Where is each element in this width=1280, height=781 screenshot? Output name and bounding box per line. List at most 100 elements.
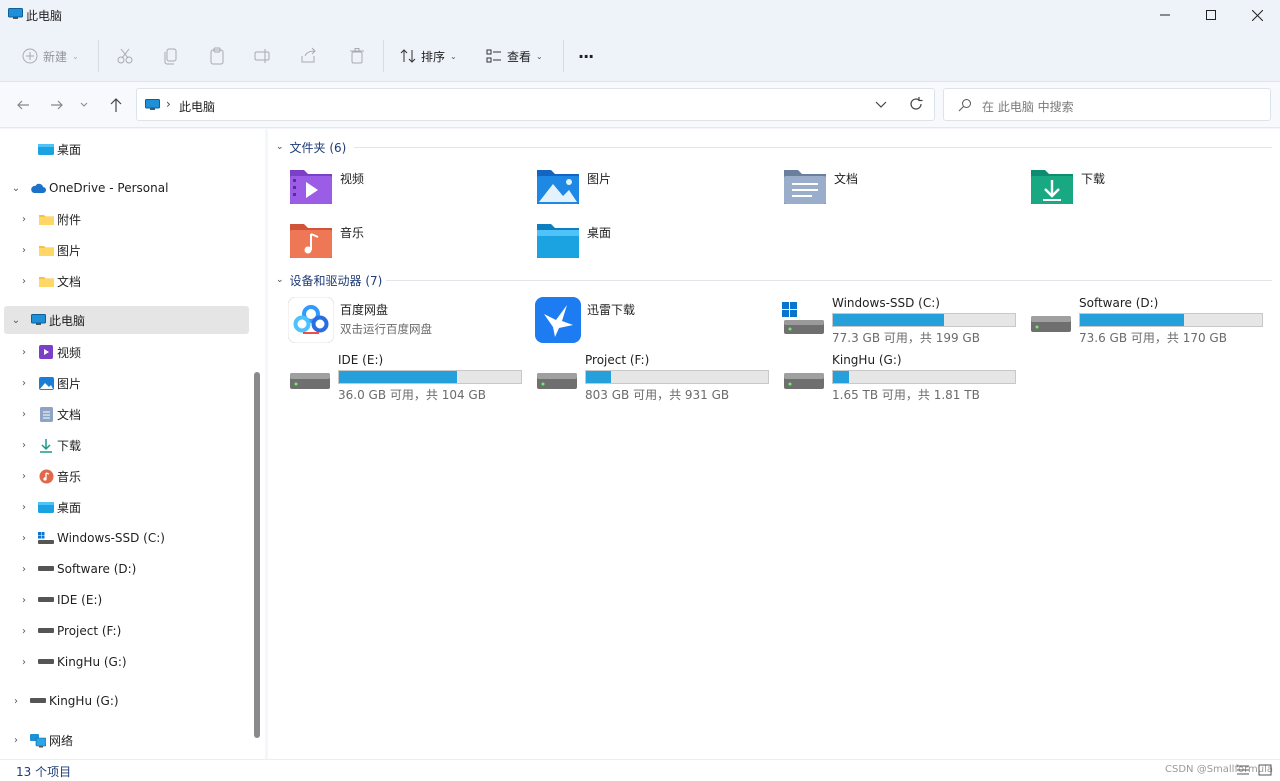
details-view-button[interactable] <box>1236 764 1250 779</box>
minimize-button[interactable] <box>1142 0 1188 30</box>
drive-icon <box>537 373 577 389</box>
chevron-right-icon[interactable]: › <box>18 502 30 513</box>
drive-free-space: 803 GB 可用，共 931 GB <box>585 388 730 402</box>
rename-icon <box>254 49 270 63</box>
drive-icon <box>784 373 824 389</box>
group-divider <box>354 147 1272 148</box>
chevron-right-icon[interactable]: › <box>18 564 30 575</box>
close-button[interactable] <box>1234 0 1280 30</box>
sidebar-item-videos[interactable]: › 视频 <box>0 338 249 366</box>
drive-tile-c[interactable]: Windows-SSD (C:) 77.3 GB 可用，共 199 GB <box>782 296 1027 352</box>
chevron-right-icon[interactable]: › <box>18 533 30 544</box>
refresh-button[interactable] <box>908 96 924 115</box>
up-button[interactable] <box>103 92 129 118</box>
video-folder-icon <box>290 170 332 204</box>
chevron-right-icon[interactable]: › <box>18 347 30 358</box>
drive-tile-d[interactable]: Software (D:) 73.6 GB 可用，共 170 GB <box>1029 296 1274 352</box>
copy-button[interactable] <box>156 42 186 70</box>
folder-tile-downloads[interactable]: 下载 <box>1029 166 1274 216</box>
folder-tile-videos[interactable]: 视频 <box>288 166 533 216</box>
sidebar-item-pc-desktop[interactable]: › 桌面 <box>0 493 249 521</box>
title-bar: 此电脑 <box>0 0 1280 30</box>
sidebar-item-drive-g-root[interactable]: › KingHu (G:) <box>0 687 249 715</box>
drive-usage-fill <box>1080 314 1184 326</box>
new-button[interactable]: 新建 ⌄ <box>16 42 85 70</box>
chevron-right-icon[interactable]: › <box>18 440 30 451</box>
sidebar-item-pictures[interactable]: › 图片 <box>0 369 249 397</box>
sidebar-item-onedrive[interactable]: ⌄ OneDrive - Personal <box>0 174 249 202</box>
breadcrumb-item[interactable]: 此电脑 <box>179 98 215 115</box>
back-button[interactable] <box>10 92 36 118</box>
sidebar-item-label: 网络 <box>49 733 74 748</box>
chevron-right-icon[interactable]: › <box>18 409 30 420</box>
toolbar-divider <box>563 40 564 72</box>
recent-locations-button[interactable] <box>74 92 94 118</box>
desktop-icon <box>38 142 54 156</box>
sidebar-item-label: Software (D:) <box>57 562 137 576</box>
sidebar-item-drive-e[interactable]: › IDE (E:) <box>0 586 249 614</box>
chevron-right-icon[interactable]: › <box>18 245 30 256</box>
chevron-down-icon <box>875 101 887 108</box>
folder-tile-pictures[interactable]: 图片 <box>535 166 780 216</box>
sidebar-item-attachments[interactable]: › 附件 <box>0 205 249 233</box>
sidebar-item-drive-d[interactable]: › Software (D:) <box>0 555 249 583</box>
tiles-view-button[interactable] <box>1258 764 1272 779</box>
sidebar-item-this-pc[interactable]: ⌄ 此电脑 <box>4 306 249 334</box>
delete-button[interactable] <box>342 42 372 70</box>
search-box[interactable]: 在 此电脑 中搜索 <box>943 88 1271 121</box>
chevron-down-icon[interactable]: ⌄ <box>10 315 22 326</box>
drive-tile-f[interactable]: Project (F:) 803 GB 可用，共 931 GB <box>535 353 780 409</box>
app-tile-baidu-netdisk[interactable]: 百度网盘 双击运行百度网盘 <box>288 297 533 347</box>
forward-button[interactable] <box>44 92 70 118</box>
drive-tile-e[interactable]: IDE (E:) 36.0 GB 可用，共 104 GB <box>288 353 533 409</box>
rename-button[interactable] <box>248 42 278 70</box>
sidebar-item-documents[interactable]: › 文档 <box>0 400 249 428</box>
file-list-pane: ⌄ 文件夹 (6) 视频 图片 文档 下载 音乐 桌面 ⌄ 设备和驱动器 (7)… <box>268 129 1280 759</box>
sidebar-item-label: 桌面 <box>57 500 82 515</box>
sidebar-item-drive-f[interactable]: › Project (F:) <box>0 617 249 645</box>
chevron-down-icon[interactable]: ⌄ <box>10 183 22 194</box>
drive-tile-g[interactable]: KingHu (G:) 1.65 TB 可用，共 1.81 TB <box>782 353 1027 409</box>
paste-button[interactable] <box>202 42 232 70</box>
chevron-right-icon[interactable]: › <box>10 735 22 746</box>
folders-group-header[interactable]: ⌄ 文件夹 (6) <box>276 138 346 156</box>
cut-button[interactable] <box>110 42 140 70</box>
app-tile-xunlei[interactable]: 迅雷下载 <box>535 297 780 347</box>
folder-icon <box>38 243 54 257</box>
sort-button[interactable]: 排序 ⌄ <box>394 42 463 70</box>
folder-tile-documents[interactable]: 文档 <box>782 166 1027 216</box>
chevron-right-icon[interactable]: › <box>18 276 30 287</box>
more-options-button[interactable]: ··· <box>572 42 599 70</box>
clipboard-icon <box>210 47 224 65</box>
sidebar-item-desktop[interactable]: 桌面 <box>0 135 249 163</box>
chevron-right-icon[interactable]: › <box>18 626 30 637</box>
drive-usage-bar <box>585 370 769 384</box>
sidebar-item-downloads[interactable]: › 下载 <box>0 431 249 459</box>
devices-group-header[interactable]: ⌄ 设备和驱动器 (7) <box>276 271 382 289</box>
folder-tile-desktop[interactable]: 桌面 <box>535 220 780 270</box>
address-bar[interactable]: › 此电脑 <box>136 88 935 121</box>
folder-label: 下载 <box>1081 172 1106 186</box>
view-button[interactable]: 查看 ⌄ <box>480 42 549 70</box>
system-drive-icon <box>782 302 824 334</box>
chevron-right-icon[interactable]: › <box>18 595 30 606</box>
sidebar-item-drive-c[interactable]: › Windows-SSD (C:) <box>0 524 249 552</box>
sidebar-item-onedrive-pictures[interactable]: › 图片 <box>0 236 249 264</box>
chevron-right-icon[interactable]: › <box>18 657 30 668</box>
drive-icon <box>30 694 46 708</box>
share-button[interactable] <box>294 42 324 70</box>
sort-icon <box>400 49 416 63</box>
chevron-right-icon[interactable]: › <box>18 471 30 482</box>
sidebar-item-music[interactable]: › 音乐 <box>0 462 249 490</box>
sidebar-scrollbar[interactable] <box>254 372 260 738</box>
maximize-button[interactable] <box>1188 0 1234 30</box>
sidebar-item-network[interactable]: › 网络 <box>0 726 249 754</box>
address-dropdown-button[interactable] <box>874 97 888 114</box>
chevron-right-icon[interactable]: › <box>10 696 22 707</box>
folder-tile-music[interactable]: 音乐 <box>288 220 533 270</box>
sidebar-item-drive-g[interactable]: › KingHu (G:) <box>0 648 249 676</box>
sidebar-item-onedrive-documents[interactable]: › 文档 <box>0 267 249 295</box>
drive-free-space: 77.3 GB 可用，共 199 GB <box>832 331 980 345</box>
chevron-right-icon[interactable]: › <box>18 378 30 389</box>
chevron-right-icon[interactable]: › <box>18 214 30 225</box>
